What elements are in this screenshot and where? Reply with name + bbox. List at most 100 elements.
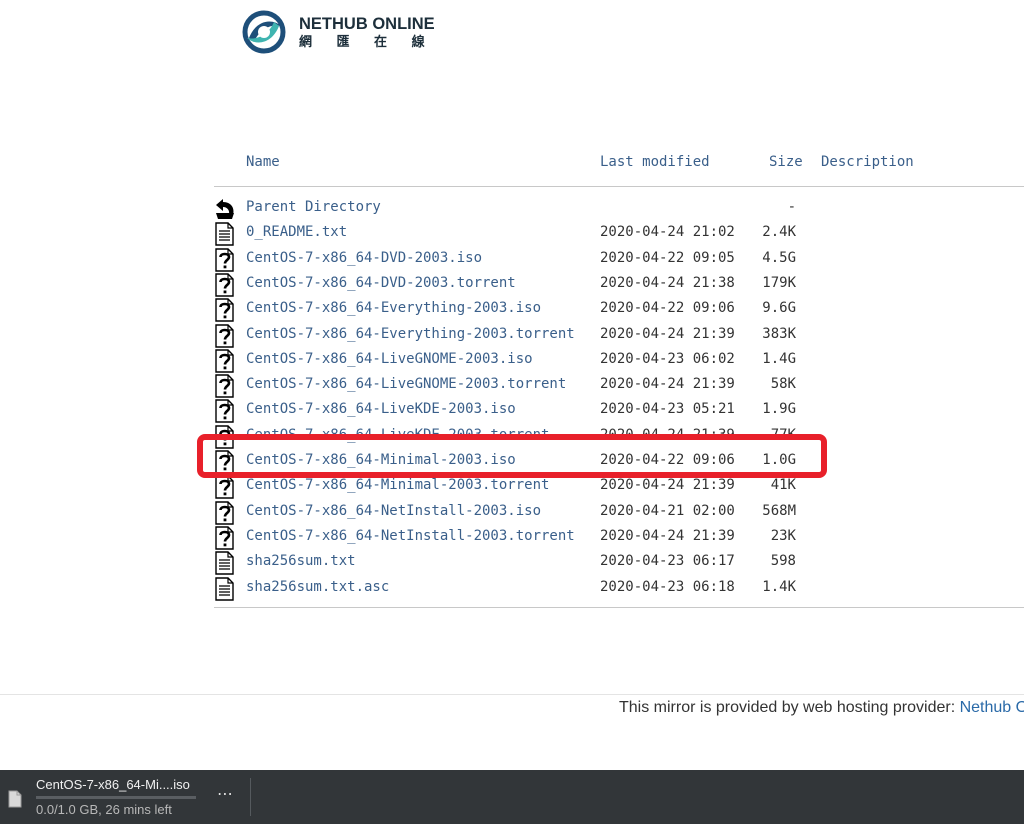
file-size: 9.6G — [762, 300, 796, 317]
table-row: CentOS-7-x86_64-LiveKDE-2003.torrent 2020… — [0, 424, 1024, 449]
file-size: 1.0G — [762, 452, 796, 468]
file-icon — [8, 790, 22, 812]
download-divider — [250, 778, 251, 816]
file-size: 179K — [762, 274, 796, 291]
file-size: 1.4K — [762, 578, 796, 595]
modified-date: 2020-04-22 09:05 — [600, 249, 735, 266]
table-row: CentOS-7-x86_64-NetInstall-2003.torrent 2… — [0, 525, 1024, 550]
unknown-file-icon — [214, 399, 236, 424]
modified-date: 2020-04-24 21:39 — [600, 527, 735, 544]
file-link[interactable]: CentOS-7-x86_64-DVD-2003.torrent — [246, 272, 516, 294]
file-link[interactable]: CentOS-7-x86_64-LiveKDE-2003.torrent — [246, 424, 549, 446]
modified-date: 2020-04-24 21:39 — [600, 325, 735, 342]
modified-date: 2020-04-23 06:02 — [600, 350, 735, 367]
file-link[interactable]: Parent Directory — [246, 196, 381, 218]
site-header: NETHUB ONLINE 網 匯 在 線 — [0, 0, 1024, 73]
column-modified-header[interactable]: Last modified — [600, 152, 710, 172]
table-row: CentOS-7-x86_64-NetInstall-2003.iso 2020-… — [0, 500, 1024, 525]
unknown-file-icon — [214, 500, 236, 525]
download-progress-bar — [36, 796, 196, 799]
file-size: - — [787, 199, 796, 215]
file-link[interactable]: CentOS-7-x86_64-LiveGNOME-2003.torrent — [246, 373, 566, 395]
table-row: CentOS-7-x86_64-LiveKDE-2003.iso 2020-04-… — [0, 398, 1024, 424]
file-link[interactable]: CentOS-7-x86_64-NetInstall-2003.iso — [246, 500, 541, 522]
column-name-header[interactable]: Name — [246, 152, 280, 172]
modified-date: 2020-04-24 21:39 — [600, 426, 735, 443]
modified-date: 2020-04-24 21:02 — [600, 224, 735, 241]
mirror-footer: This mirror is provided by web hosting p… — [0, 694, 1024, 771]
file-link[interactable]: sha256sum.txt — [246, 550, 356, 572]
table-row: sha256sum.txt 2020-04-23 06:17 598 — [0, 550, 1024, 575]
file-link[interactable]: 0_README.txt — [246, 221, 347, 243]
unknown-file-icon — [214, 323, 236, 348]
provider-link[interactable]: Nethub Online — [960, 699, 1024, 716]
file-size: 568M — [762, 502, 796, 519]
nethub-logo-icon[interactable] — [242, 10, 288, 58]
download-menu-button[interactable]: ⋯ — [213, 784, 237, 808]
logo-subtitle: 網 匯 在 線 — [299, 35, 435, 50]
unknown-file-icon — [214, 450, 236, 474]
logo-name: NETHUB ONLINE — [299, 15, 435, 33]
table-row: Parent Directory - — [0, 196, 1024, 221]
download-filename[interactable]: CentOS-7-x86_64-Mi....iso — [36, 777, 190, 792]
file-size: 1.9G — [762, 401, 796, 418]
modified-date: 2020-04-23 05:21 — [600, 401, 735, 418]
table-row: CentOS-7-x86_64-Everything-2003.torrent 2… — [0, 323, 1024, 348]
table-row: sha256sum.txt.asc 2020-04-23 06:18 1.4K — [0, 576, 1024, 601]
table-row: CentOS-7-x86_64-Minimal-2003.iso 2020-04-… — [0, 449, 1024, 474]
file-size: 4.5G — [762, 249, 796, 266]
unknown-file-icon — [214, 374, 236, 398]
text-file-icon — [214, 551, 236, 575]
modified-date: 2020-04-21 02:00 — [600, 502, 735, 519]
unknown-file-icon — [214, 298, 236, 322]
back-icon — [214, 197, 236, 221]
unknown-file-icon — [214, 424, 236, 449]
footer-divider — [214, 607, 1024, 608]
file-link[interactable]: CentOS-7-x86_64-Minimal-2003.torrent — [246, 474, 549, 496]
file-link[interactable]: CentOS-7-x86_64-Everything-2003.iso — [246, 297, 541, 319]
modified-date: 2020-04-24 21:39 — [600, 376, 735, 393]
file-link[interactable]: CentOS-7-x86_64-Minimal-2003.iso — [246, 449, 516, 471]
file-size: 77K — [770, 426, 796, 443]
modified-date: 2020-04-23 06:17 — [600, 553, 735, 570]
table-row: CentOS-7-x86_64-Everything-2003.iso 2020-… — [0, 297, 1024, 322]
file-size: 23K — [770, 527, 796, 544]
file-link[interactable]: CentOS-7-x86_64-LiveKDE-2003.iso — [246, 398, 516, 420]
table-row: CentOS-7-x86_64-DVD-2003.iso 2020-04-22 0… — [0, 247, 1024, 272]
file-link[interactable]: CentOS-7-x86_64-Everything-2003.torrent — [246, 323, 575, 345]
column-size-header[interactable]: Size — [769, 152, 803, 172]
footer-text: This mirror is provided by web hosting p… — [619, 699, 960, 716]
unknown-file-icon — [214, 475, 236, 499]
modified-date: 2020-04-24 21:39 — [600, 477, 735, 494]
modified-date: 2020-04-22 09:06 — [600, 300, 735, 317]
file-size: 2.4K — [762, 224, 796, 241]
download-bar: CentOS-7-x86_64-Mi....iso 0.0/1.0 GB, 26… — [0, 770, 1024, 824]
file-link[interactable]: sha256sum.txt.asc — [246, 576, 389, 598]
unknown-file-icon — [214, 273, 236, 297]
unknown-file-icon — [214, 247, 236, 272]
table-row: CentOS-7-x86_64-DVD-2003.torrent 2020-04-… — [0, 272, 1024, 297]
table-row: CentOS-7-x86_64-Minimal-2003.torrent 2020… — [0, 474, 1024, 499]
file-link[interactable]: CentOS-7-x86_64-NetInstall-2003.torrent — [246, 525, 575, 547]
header-divider — [214, 186, 1024, 187]
file-size: 1.4G — [762, 350, 796, 367]
unknown-file-icon — [214, 526, 236, 550]
modified-date: 2020-04-22 09:06 — [600, 452, 735, 468]
column-description-header[interactable]: Description — [821, 152, 914, 172]
modified-date: 2020-04-24 21:38 — [600, 274, 735, 291]
table-row: CentOS-7-x86_64-LiveGNOME-2003.torrent 20… — [0, 373, 1024, 398]
unknown-file-icon — [214, 349, 236, 373]
file-link[interactable]: CentOS-7-x86_64-DVD-2003.iso — [246, 247, 482, 269]
file-size: 41K — [770, 477, 796, 494]
text-file-icon — [214, 222, 236, 246]
file-size: 383K — [762, 325, 796, 342]
text-file-icon — [214, 576, 236, 601]
file-size: 58K — [770, 376, 796, 393]
table-row: 0_README.txt 2020-04-24 21:02 2.4K — [0, 221, 1024, 246]
logo-text: NETHUB ONLINE 網 匯 在 線 — [299, 15, 435, 51]
modified-date: 2020-04-23 06:18 — [600, 578, 735, 595]
file-link[interactable]: CentOS-7-x86_64-LiveGNOME-2003.iso — [246, 348, 533, 370]
table-row: CentOS-7-x86_64-LiveGNOME-2003.iso 2020-0… — [0, 348, 1024, 373]
download-status: 0.0/1.0 GB, 26 mins left — [36, 802, 172, 817]
file-size: 598 — [770, 553, 796, 570]
